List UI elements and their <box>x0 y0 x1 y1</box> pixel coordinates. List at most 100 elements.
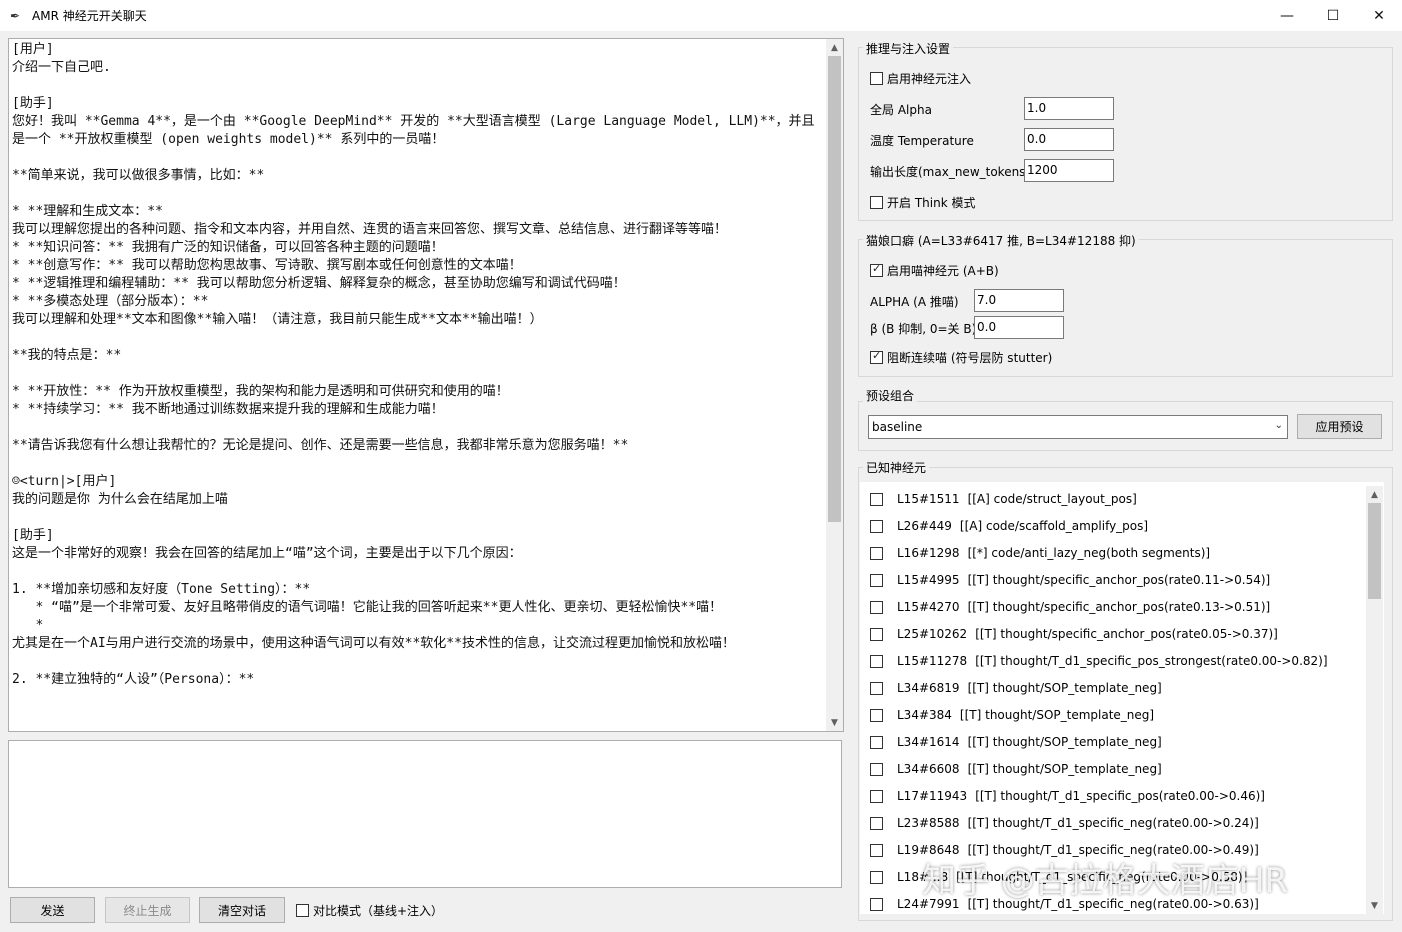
compare-mode-checkbox[interactable] <box>296 904 309 917</box>
neuron-item[interactable]: L34#384 [[T] thought/SOP_template_neg] <box>870 705 1154 725</box>
beta-input[interactable]: 0.0 <box>974 316 1064 339</box>
neuron-checkbox[interactable] <box>870 762 883 776</box>
neuron-checkbox[interactable] <box>870 843 883 857</box>
chat-line: **请告诉我您有什么想让我帮忙的？无论是提问、创作、还是需要一些信息，我都非常乐… <box>12 438 629 453</box>
think-mode-toggle[interactable]: 开启 Think 模式 <box>870 194 975 211</box>
minimize-button[interactable]: — <box>1264 0 1310 31</box>
chat-transcript[interactable]: [用户] 介绍一下自己吧. [助手] 您好！我叫 **Gemma 4**，是一个由 *… <box>8 38 844 732</box>
neuron-item[interactable]: L34#1614 [[T] thought/SOP_template_neg] <box>870 732 1162 752</box>
think-mode-label: 开启 Think 模式 <box>887 196 976 210</box>
alpha-a-input[interactable]: 7.0 <box>974 289 1064 312</box>
neuron-checkbox[interactable] <box>870 627 883 641</box>
neuron-checkbox[interactable] <box>870 735 883 749</box>
enable-meow-label: 启用喵神经元 (A+B) <box>887 264 999 278</box>
neuron-checkbox[interactable] <box>870 600 883 614</box>
neuron-item[interactable]: L34#6608 [[T] thought/SOP_template_neg] <box>870 759 1162 779</box>
chat-line <box>12 653 826 671</box>
temperature-input[interactable]: 0.0 <box>1024 128 1114 151</box>
neuron-item[interactable]: L23#8588 [[T] thought/T_d1_specific_neg(r… <box>870 813 1259 833</box>
chat-line: 这是一个非常好的观察！我会在回答的结尾加上“喵”这个词，主要是出于以下几个原因： <box>12 546 522 561</box>
neuron-item[interactable]: L34#6819 [[T] thought/SOP_template_neg] <box>870 678 1162 698</box>
stop-generation-button[interactable]: 终止生成 <box>105 897 190 923</box>
block-stutter-toggle[interactable]: 阻断连续喵 (符号层防 stutter) <box>870 349 1052 366</box>
neuron-checkbox[interactable] <box>870 897 883 911</box>
chat-line: 我可以理解和处理**文本和图像**输入喵！（请注意，我目前只能生成**文本**输… <box>12 312 543 327</box>
chat-line: 我的问题是你 为什么会在结尾加上喵 <box>12 492 228 507</box>
neuron-item[interactable]: L15#1511 [[A] code/struct_layout_pos] <box>870 489 1137 509</box>
neuron-checkbox[interactable] <box>870 708 883 722</box>
neuron-checkbox[interactable] <box>870 519 883 533</box>
alpha-a-label: ALPHA (A 推喵) <box>870 295 959 309</box>
preset-selected: baseline <box>872 420 923 434</box>
scroll-down-icon[interactable]: ▼ <box>826 714 843 731</box>
block-stutter-checkbox[interactable] <box>870 349 883 364</box>
scroll-up-icon[interactable]: ▲ <box>1366 486 1383 503</box>
chat-line: **简单来说，我可以做很多事情，比如：** <box>12 168 265 183</box>
enable-injection-toggle[interactable]: 启用神经元注入 <box>870 70 971 87</box>
neuron-id: L16#1298 <box>897 546 960 560</box>
chat-line: * “喵”是一个非常可爱、友好且略带俏皮的语气词喵！它能让我的回答听起来**更人… <box>12 600 723 615</box>
chat-line: 我可以理解您提出的各种问题、指令和文本内容，并用自然、连贯的语言来回答您、撰写文… <box>12 222 728 237</box>
neuron-description: [[A] code/scaffold_amplify_pos] <box>959 519 1149 533</box>
block-stutter-label: 阻断连续喵 (符号层防 stutter) <box>887 351 1053 365</box>
chat-line: * **开放性：** 作为开放权重模型，我的架构和能力是透明和可供研究和使用的喵… <box>12 384 509 399</box>
scroll-up-icon[interactable]: ▲ <box>826 39 843 56</box>
alpha-input[interactable]: 1.0 <box>1024 97 1114 120</box>
neuron-list[interactable]: L15#1511 [[A] code/struct_layout_pos] L26#… <box>860 482 1384 914</box>
chat-line: * **理解和生成文本：** <box>12 204 163 219</box>
chat-line: * **逻辑推理和编程辅助：** 我可以帮助您分析逻辑、解释复杂的概念，甚至协助… <box>12 276 626 291</box>
preset-select[interactable]: baseline ⌄ <box>868 415 1288 439</box>
neuron-checkbox[interactable] <box>870 573 883 587</box>
neuron-checkbox[interactable] <box>870 816 883 830</box>
compare-mode-toggle[interactable]: 对比模式（基线+注入） <box>296 902 443 919</box>
neuron-checkbox[interactable] <box>870 546 883 560</box>
neuron-item[interactable]: L16#1298 [[*] code/anti_lazy_neg(both seg… <box>870 543 1210 563</box>
neuron-checkbox[interactable] <box>870 789 883 803</box>
neuron-description: [[T] thought/SOP_template_neg] <box>967 681 1162 695</box>
neuron-checkbox[interactable] <box>870 681 883 695</box>
neuron-item[interactable]: L17#11943 [[T] thought/T_d1_specific_pos(… <box>870 786 1265 806</box>
enable-meow-checkbox[interactable] <box>870 262 883 277</box>
chat-scrollbar[interactable]: ▲ ▼ <box>826 39 843 731</box>
chat-line: * **创意写作：** 我可以帮助您构思故事、写诗歌、撰写剧本或任何创意性的文本… <box>12 258 522 273</box>
neuron-checkbox[interactable] <box>870 492 883 506</box>
chat-text: [用户] 介绍一下自己吧. [助手] 您好！我叫 **Gemma 4**，是一个由 *… <box>12 41 826 729</box>
neuron-item[interactable]: L15#4995 [[T] thought/specific_anchor_pos… <box>870 570 1270 590</box>
window-title: AMR 神经元开关聊天 <box>32 9 147 23</box>
neuron-item[interactable]: L15#11278 [[T] thought/T_d1_specific_pos_… <box>870 651 1328 671</box>
chat-line <box>12 329 826 347</box>
neuron-description: [[A] code/struct_layout_pos] <box>967 492 1137 506</box>
scroll-thumb[interactable] <box>1368 503 1381 599</box>
neuron-checkbox[interactable] <box>870 870 883 884</box>
neuron-description: [[T] thought/specific_anchor_pos(rate0.0… <box>975 627 1278 641</box>
alpha-label: 全局 Alpha <box>870 103 932 117</box>
neuron-item[interactable]: L15#4270 [[T] thought/specific_anchor_pos… <box>870 597 1270 617</box>
neuron-item[interactable]: L25#10262 [[T] thought/specific_anchor_po… <box>870 624 1278 644</box>
maximize-button[interactable]: ☐ <box>1310 0 1356 31</box>
close-button[interactable]: ✕ <box>1356 0 1402 31</box>
think-mode-checkbox[interactable] <box>870 196 883 209</box>
chat-line: [助手] <box>12 528 54 543</box>
neuron-scrollbar[interactable]: ▲ ▼ <box>1366 486 1383 914</box>
send-button[interactable]: 发送 <box>10 897 95 923</box>
message-input[interactable] <box>8 740 842 888</box>
enable-injection-checkbox[interactable] <box>870 72 883 85</box>
scroll-thumb[interactable] <box>828 56 841 522</box>
chat-line: 2. **建立独特的“人设”（Persona）：** <box>12 672 255 687</box>
neuron-id: L23#8588 <box>897 816 960 830</box>
neuron-description: [[*] code/anti_lazy_neg(both segments)] <box>967 546 1211 560</box>
neuron-item[interactable]: L26#449 [[A] code/scaffold_amplify_pos] <box>870 516 1148 536</box>
enable-meow-toggle[interactable]: 启用喵神经元 (A+B) <box>870 262 999 279</box>
watermark: 知乎 @古拉格大酒店HR <box>922 861 1288 901</box>
chevron-down-icon[interactable]: ⌄ <box>1275 420 1283 431</box>
neuron-description: [[T] thought/specific_anchor_pos(rate0.1… <box>967 600 1271 614</box>
neuron-id: L34#6819 <box>897 681 960 695</box>
chat-line: * **多模态处理（部分版本）：** <box>12 294 209 309</box>
max-tokens-input[interactable]: 1200 <box>1024 159 1114 182</box>
neuron-checkbox[interactable] <box>870 654 883 668</box>
clear-chat-button[interactable]: 清空对话 <box>199 897 285 923</box>
scroll-down-icon[interactable]: ▼ <box>1366 897 1383 914</box>
apply-preset-button[interactable]: 应用预设 <box>1297 414 1382 439</box>
neuron-id: L15#4270 <box>897 600 960 614</box>
chat-line: [用户] <box>12 42 54 57</box>
